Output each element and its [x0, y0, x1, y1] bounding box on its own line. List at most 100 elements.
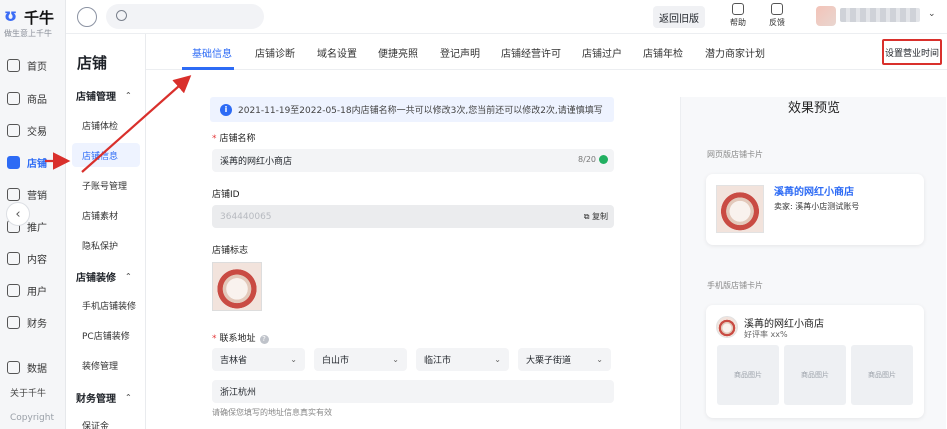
trade-icon [7, 123, 20, 137]
brand-tagline: 做生意上千牛 [4, 29, 52, 38]
feedback-icon [771, 3, 783, 15]
tab-basic-info[interactable]: 基础信息 [192, 34, 232, 70]
rail-item-label: 财务 [27, 318, 47, 330]
rail-item-content[interactable]: 内容 [0, 246, 66, 270]
tab-registration-statement[interactable]: 登记声明 [440, 34, 480, 70]
mobile-store-card: 溪苒的网红小商店 好评率 xx% 商品图片 商品图片 商品图片 [706, 305, 924, 418]
rail-item-store[interactable]: 店铺 [0, 150, 66, 174]
group-store-decoration[interactable]: 店铺装修 ⌃ [76, 269, 132, 284]
tab-domain-settings[interactable]: 域名设置 [317, 34, 357, 70]
rail-item-finance[interactable]: 财务 [0, 310, 66, 334]
subnav-item-store-info[interactable]: 店铺信息 [72, 143, 140, 167]
street-select[interactable]: 大栗子街道 ⌄ [518, 348, 611, 371]
card-store-logo [716, 316, 738, 338]
finance-icon [7, 315, 20, 329]
store-name-label: * 店铺名称 [212, 131, 256, 144]
search-icon [116, 10, 127, 21]
chevron-up-icon: ⌃ [125, 272, 132, 281]
rail-item-label: 内容 [27, 254, 47, 266]
store-icon [7, 155, 20, 169]
set-business-hours-button[interactable]: 设置营业时间 [882, 39, 942, 65]
group-finance-management[interactable]: 财务管理 ⌃ [76, 390, 132, 405]
tab-store-transfer[interactable]: 店铺过户 [582, 34, 622, 70]
card-seller: 卖家: 溪苒小店测试账号 [774, 202, 860, 211]
qianniu-logo-icon: ʊ [4, 6, 18, 26]
address-detail-value: 浙江杭州 [220, 388, 257, 398]
rail-item-label: 营销 [27, 190, 47, 202]
rail-item-label: 交易 [27, 126, 47, 138]
home-icon [7, 58, 20, 72]
required-mark: * [212, 134, 217, 144]
subnav-item-mobile-decoration[interactable]: 手机店铺装修 [72, 293, 140, 317]
tab-store-diagnosis[interactable]: 店铺诊断 [255, 34, 295, 70]
rail-item-home[interactable]: 首页 [0, 53, 66, 77]
tab-license-display[interactable]: 便捷亮照 [378, 34, 418, 70]
province-value: 吉林省 [220, 356, 248, 366]
notice-text: 2021-11-19至2022-05-18内店铺名称一共可以修改3次,您当前还可… [238, 106, 603, 116]
subnav-item-deposit[interactable]: 保证金 [72, 413, 140, 429]
subnav-title: 店铺 [77, 54, 108, 72]
label-text: 店铺名称 [219, 134, 256, 144]
subnav-item-pc-decoration[interactable]: PC店铺装修 [72, 323, 140, 347]
rail-item-marketing[interactable]: 营销 [0, 182, 66, 206]
avatar[interactable] [816, 6, 836, 26]
rail-item-trade[interactable]: 交易 [0, 118, 66, 142]
blurred-username[interactable] [840, 8, 920, 22]
rail-item-label: 商品 [27, 94, 47, 106]
district-select[interactable]: 临江市 ⌄ [416, 348, 509, 371]
product-image-placeholder: 商品图片 [851, 345, 913, 405]
history-clock-icon[interactable] [77, 7, 97, 27]
rail-item-data[interactable]: 数据 [0, 355, 66, 379]
brand-name: 千牛 [24, 9, 55, 27]
tab-potential-merchant-plan[interactable]: 潜力商家计划 [705, 34, 765, 70]
tab-business-license[interactable]: 店铺经营许可 [501, 34, 561, 70]
card-rating: 好评率 xx% [744, 330, 788, 339]
store-logo-image[interactable] [212, 262, 262, 311]
province-select[interactable]: 吉林省 ⌄ [212, 348, 305, 371]
chevron-down-icon[interactable]: ⌄ [928, 9, 936, 19]
basic-info-panel: i 2021-11-19至2022-05-18内店铺名称一共可以修改3次,您当前… [146, 70, 947, 429]
tab-annual-inspection[interactable]: 店铺年检 [643, 34, 683, 70]
user-icon [7, 283, 20, 297]
back-to-old-version-button[interactable]: 返回旧版 [653, 6, 705, 28]
store-id-label: 店铺ID [212, 190, 240, 200]
subnav-item-store-assets[interactable]: 店铺素材 [72, 203, 140, 227]
subnav-item-sub-accounts[interactable]: 子账号管理 [72, 173, 140, 197]
card-store-name: 溪苒的网红小商店 [744, 319, 824, 330]
preview-panel: 效果预览 网页版店铺卡片 溪苒的网红小商店 卖家: 溪苒小店测试账号 手机版店铺… [680, 97, 946, 429]
required-mark: * [212, 334, 217, 344]
copyright-text: Copyright [10, 413, 54, 423]
about-link[interactable]: 关于千牛 [10, 386, 46, 399]
primary-nav-rail: ʊ 千牛 做生意上千牛 首页 商品 交易 店铺 营销 推广 内容 用户 财务 数… [0, 0, 66, 429]
store-name-input[interactable]: 溪苒的网红小商店 8/20 [212, 149, 614, 172]
help-button[interactable]: 帮助 [723, 3, 753, 28]
brand[interactable]: ʊ 千牛 做生意上千牛 [4, 6, 64, 42]
group-store-management[interactable]: 店铺管理 ⌃ [76, 88, 132, 103]
search-input[interactable] [106, 4, 264, 29]
store-logo-label: 店铺标志 [212, 246, 249, 256]
rail-item-user[interactable]: 用户 [0, 278, 66, 302]
feedback-button[interactable]: 反馈 [762, 3, 792, 28]
store-name-value: 溪苒的网红小商店 [220, 157, 293, 167]
street-value: 大栗子街道 [526, 356, 572, 366]
help-icon [732, 3, 744, 15]
city-value: 白山市 [322, 356, 350, 366]
rail-item-label: 首页 [27, 61, 47, 73]
web-card-label: 网页版店铺卡片 [707, 150, 763, 159]
address-label: * 联系地址? [212, 331, 269, 344]
help-icon[interactable]: ? [259, 334, 269, 344]
rail-item-product[interactable]: 商品 [0, 86, 66, 110]
copy-id-button[interactable]: ⧉ 复制 [584, 211, 608, 222]
city-select[interactable]: 白山市 ⌄ [314, 348, 407, 371]
address-hint: 请确保您填写的地址信息真实有效 [212, 408, 332, 417]
product-image-placeholder: 商品图片 [717, 345, 779, 405]
collapse-sidebar-button[interactable]: ‹ [6, 202, 30, 226]
store-id-value: 364440065 [220, 211, 272, 222]
product-icon [7, 91, 20, 105]
group-label: 财务管理 [76, 394, 116, 405]
subnav-item-privacy[interactable]: 隐私保护 [72, 233, 140, 257]
address-detail-input[interactable]: 浙江杭州 [212, 380, 614, 403]
subnav-item-decoration-management[interactable]: 装修管理 [72, 353, 140, 377]
subnav-item-store-checkup[interactable]: 店铺体检 [72, 113, 140, 137]
chevron-down-icon: ⌄ [494, 355, 501, 364]
